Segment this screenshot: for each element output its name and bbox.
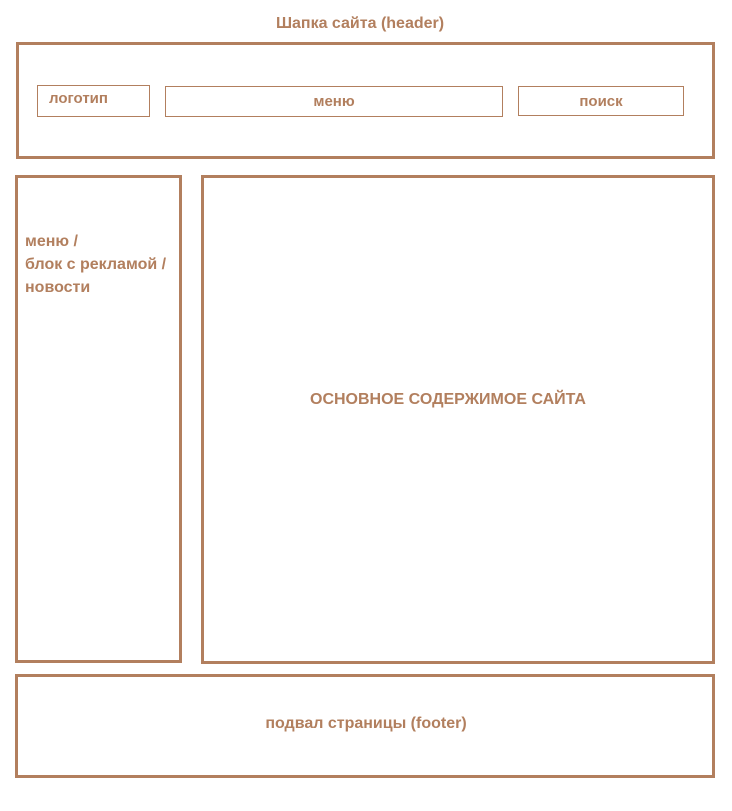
- menu-block: меню: [165, 86, 503, 117]
- sidebar-label-line-3: новости: [25, 279, 91, 296]
- sidebar-label-line-1: меню /: [25, 233, 78, 250]
- header-title: Шапка сайта (header): [275, 15, 445, 32]
- logo-block: логотип: [37, 85, 150, 117]
- main-content-label: ОСНОВНОЕ СОДЕРЖИМОЕ САЙТА: [310, 391, 586, 408]
- sidebar-label: меню / блок с рекламой / новости: [25, 230, 185, 299]
- sidebar-label-line-2: блок с рекламой /: [25, 256, 167, 273]
- search-block: поиск: [518, 86, 684, 116]
- footer-label: подвал страницы (footer): [265, 715, 467, 732]
- main-content-block: [201, 175, 715, 664]
